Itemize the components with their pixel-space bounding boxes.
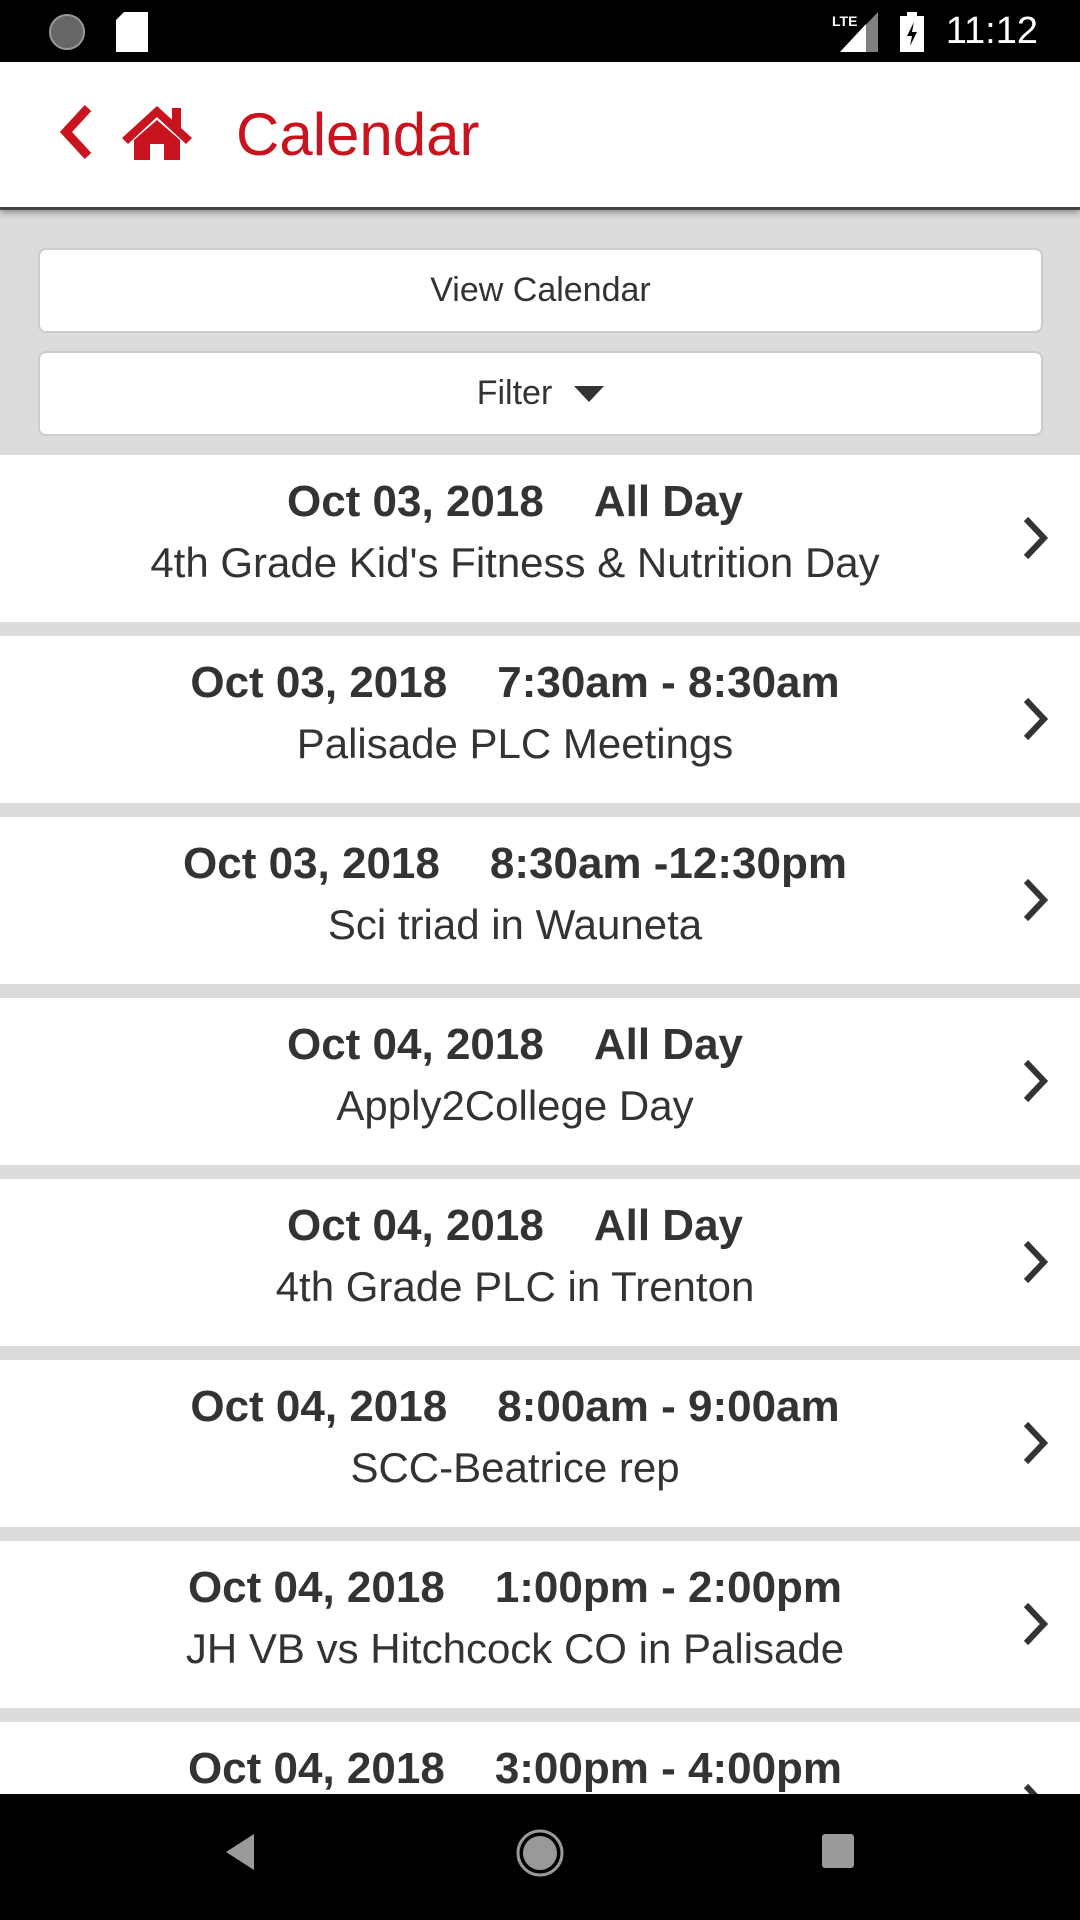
- chevron-right-icon: [1023, 1602, 1049, 1646]
- event-date: Oct 03, 2018: [286, 477, 544, 526]
- event-title: SCC-Beatrice rep: [350, 1444, 680, 1491]
- event-time: 3:00pm - 4:00pm: [494, 1744, 843, 1793]
- lte-signal-icon: LTE: [832, 12, 878, 52]
- event-date: Oct 04, 2018: [286, 1201, 544, 1250]
- event-time: 7:30am - 8:30am: [497, 658, 840, 707]
- event-date: Oct 04, 2018: [286, 1020, 544, 1069]
- chevron-right-icon: [1023, 878, 1049, 922]
- filter-button[interactable]: Filter: [38, 351, 1043, 436]
- event-title: 4th Grade Kid's Fitness & Nutrition Day: [150, 539, 880, 586]
- status-bar: LTE 11:12: [0, 0, 1080, 62]
- event-time: 8:00am - 9:00am: [497, 1382, 840, 1431]
- page-title: Calendar: [236, 101, 480, 168]
- event-time: 8:30am -12:30pm: [489, 839, 847, 888]
- event-title: Palisade PLC Meetings: [296, 720, 734, 767]
- event-time: All Day: [593, 1201, 744, 1250]
- back-chevron-icon[interactable]: [58, 104, 94, 160]
- event-date: Oct 04, 2018: [187, 1744, 445, 1793]
- caret-down-icon: [574, 385, 605, 402]
- event-row[interactable]: Oct 04, 2018 8:00am - 9:00am SCC-Beatrice …: [0, 1360, 1080, 1527]
- system-nav-bar: [0, 1794, 1080, 1920]
- event-row[interactable]: Oct 04, 2018 All Day 4th Grade PLC in Tren…: [0, 1179, 1080, 1346]
- event-title: JH VB vs Hitchcock CO in Palisade: [185, 1625, 845, 1672]
- event-title: Apply2College Day: [336, 1082, 694, 1129]
- chevron-right-icon: [1023, 1421, 1049, 1465]
- chevron-right-icon: [1023, 516, 1049, 560]
- event-time: All Day: [593, 477, 744, 526]
- battery-charging-icon: [900, 12, 924, 52]
- nav-recents-icon[interactable]: [822, 1834, 854, 1870]
- event-row[interactable]: Oct 04, 2018 All Day Apply2College Day: [0, 998, 1080, 1165]
- filter-label: Filter: [476, 374, 553, 412]
- event-list: Oct 03, 2018 All Day 4th Grade Kid's Fitne…: [0, 455, 1080, 1794]
- controls: View Calendar Filter: [0, 210, 1080, 455]
- event-date: Oct 03, 2018: [183, 839, 440, 888]
- clock: 11:12: [945, 10, 1038, 52]
- nav-home-icon[interactable]: [515, 1828, 565, 1878]
- chevron-right-icon: [1023, 1059, 1049, 1103]
- chevron-right-icon: [1023, 697, 1049, 741]
- event-title: 4th Grade PLC in Trenton: [275, 1263, 755, 1310]
- event-date: Oct 03, 2018: [190, 658, 448, 707]
- event-row[interactable]: Oct 03, 2018 All Day 4th Grade Kid's Fitne…: [0, 455, 1080, 622]
- svg-text:LTE: LTE: [832, 13, 857, 29]
- event-row[interactable]: Oct 03, 2018 8:30am -12:30pm Sci triad in …: [0, 817, 1080, 984]
- app-bar: Calendar: [0, 62, 1080, 210]
- event-time: 1:00pm - 2:00pm: [494, 1563, 843, 1612]
- chevron-right-icon: [1023, 1783, 1038, 1794]
- event-time: All Day: [593, 1020, 744, 1069]
- view-calendar-button[interactable]: View Calendar: [38, 248, 1043, 333]
- home-icon[interactable]: [120, 102, 194, 162]
- event-date: Oct 04, 2018: [190, 1382, 448, 1431]
- chevron-right-icon: [1023, 1240, 1049, 1284]
- event-date: Oct 04, 2018: [187, 1563, 445, 1612]
- nav-back-icon[interactable]: [224, 1832, 256, 1872]
- event-row[interactable]: Oct 03, 2018 7:30am - 8:30am Palisade PLC …: [0, 636, 1080, 803]
- event-row[interactable]: Oct 04, 2018 3:00pm - 4:00pm: [0, 1722, 1080, 1794]
- view-calendar-label: View Calendar: [430, 271, 651, 309]
- event-title: Sci triad in Wauneta: [327, 901, 703, 948]
- sd-card-icon: [116, 12, 148, 52]
- sync-icon: [49, 14, 85, 50]
- event-row[interactable]: Oct 04, 2018 1:00pm - 2:00pm JH VB vs Hitc…: [0, 1541, 1080, 1708]
